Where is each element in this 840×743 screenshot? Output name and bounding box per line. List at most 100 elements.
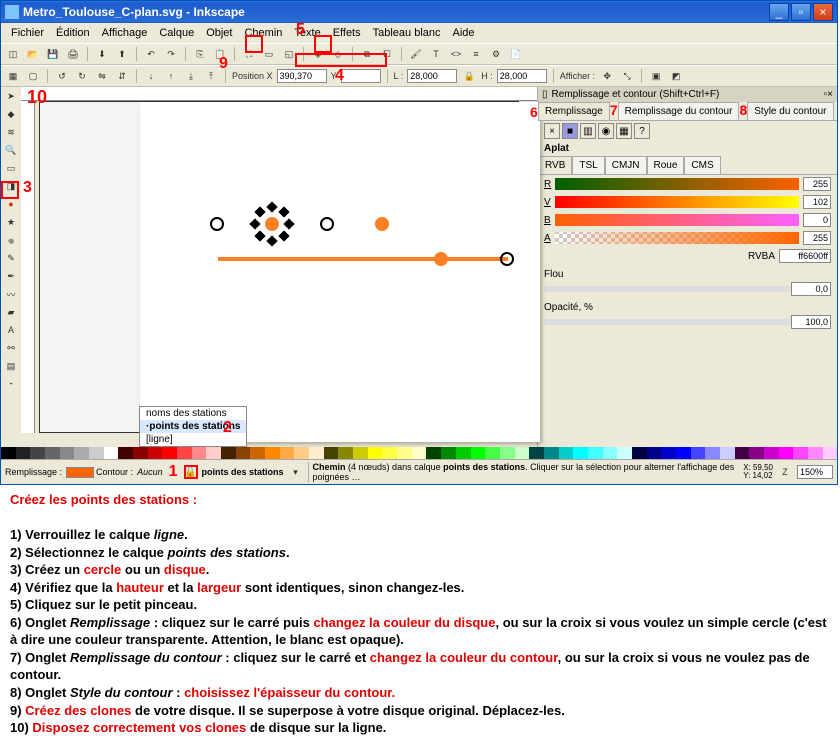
- value-r[interactable]: [803, 177, 831, 191]
- canvas[interactable]: [39, 101, 519, 433]
- zoom-tool-icon[interactable]: 🔍: [2, 141, 20, 159]
- slider-r[interactable]: [555, 178, 799, 190]
- maximize-button[interactable]: ▫: [791, 3, 811, 21]
- paint-none-icon[interactable]: ×: [544, 123, 560, 139]
- station-disk-selected[interactable]: [265, 217, 279, 231]
- new-icon[interactable]: ◫: [5, 46, 21, 62]
- lower-bottom-icon[interactable]: ⤓: [183, 68, 199, 84]
- lower-icon[interactable]: ↓: [143, 68, 159, 84]
- transform-scale-icon[interactable]: ⤡: [619, 68, 635, 84]
- export-icon[interactable]: ⬆: [114, 46, 130, 62]
- slider-v[interactable]: [555, 196, 799, 208]
- mode-cms[interactable]: CMS: [684, 156, 720, 174]
- paint-unknown-icon[interactable]: ?: [634, 123, 650, 139]
- metro-line[interactable]: [218, 257, 508, 261]
- value-v[interactable]: [803, 195, 831, 209]
- tab-stroke-style[interactable]: Style du contour: [747, 102, 833, 120]
- opacity-slider[interactable]: [544, 319, 791, 325]
- star-tool-icon[interactable]: ★: [2, 213, 20, 231]
- mode-cmjn[interactable]: CMJN: [605, 156, 647, 174]
- lock-ratio-icon[interactable]: 🔒: [461, 68, 477, 84]
- open-icon[interactable]: 📂: [25, 46, 41, 62]
- station-circle[interactable]: [210, 217, 224, 231]
- slider-b[interactable]: [555, 214, 799, 226]
- redo-icon[interactable]: ↷: [163, 46, 179, 62]
- menu-file[interactable]: Fichier: [5, 25, 50, 41]
- raise-top-icon[interactable]: ⤒: [203, 68, 219, 84]
- fill-swatch[interactable]: [66, 467, 94, 478]
- print-icon[interactable]: 🖨: [65, 46, 81, 62]
- copy-icon[interactable]: ⎘: [192, 46, 208, 62]
- zoom-input[interactable]: [797, 465, 833, 479]
- pencil-tool-icon[interactable]: ✎: [2, 249, 20, 267]
- rotate-cw-icon[interactable]: ↻: [74, 68, 90, 84]
- station-circle-online[interactable]: [500, 252, 514, 266]
- node-tool-icon[interactable]: ◆: [2, 105, 20, 123]
- blur-value[interactable]: [791, 282, 831, 296]
- blur-slider[interactable]: [544, 286, 791, 292]
- menu-effects[interactable]: Effets: [327, 25, 367, 41]
- station-disk-online[interactable]: [434, 252, 448, 266]
- flip-h-icon[interactable]: ⇋: [94, 68, 110, 84]
- dropper-tool-icon[interactable]: ⁃: [2, 375, 20, 393]
- layer-dropdown-icon[interactable]: ▾: [288, 464, 304, 480]
- mode-rvb[interactable]: RVB: [538, 156, 572, 174]
- rvba-input[interactable]: [779, 249, 831, 263]
- minimize-button[interactable]: _: [769, 3, 789, 21]
- affect-corner-icon[interactable]: ◩: [668, 68, 684, 84]
- calligraphy-tool-icon[interactable]: 〰: [2, 285, 20, 303]
- close-button[interactable]: ×: [813, 3, 833, 21]
- station-disk[interactable]: [375, 217, 389, 231]
- affect-stroke-icon[interactable]: ▣: [648, 68, 664, 84]
- connector-tool-icon[interactable]: ⚯: [2, 339, 20, 357]
- width-input[interactable]: [407, 69, 457, 83]
- menu-edit[interactable]: Édition: [50, 25, 96, 41]
- tweak-tool-icon[interactable]: ≋: [2, 123, 20, 141]
- fill-dialog-icon[interactable]: 🖌: [408, 46, 424, 62]
- pen-tool-icon[interactable]: ✒: [2, 267, 20, 285]
- bucket-tool-icon[interactable]: ▰: [2, 303, 20, 321]
- paint-radgrad-icon[interactable]: ◉: [598, 123, 614, 139]
- mode-tsl[interactable]: TSL: [572, 156, 604, 174]
- raise-icon[interactable]: ↑: [163, 68, 179, 84]
- dock-close-icon[interactable]: ×: [827, 89, 833, 100]
- text-tool-icon[interactable]: A: [2, 321, 20, 339]
- tab-fill[interactable]: Remplissage: [538, 102, 610, 120]
- value-b[interactable]: [803, 213, 831, 227]
- tab-stroke-paint[interactable]: Remplissage du contour: [618, 102, 740, 120]
- color-palette[interactable]: [1, 447, 837, 459]
- menu-view[interactable]: Affichage: [96, 25, 154, 41]
- opacity-value[interactable]: [791, 315, 831, 329]
- gradient-tool-icon[interactable]: ▤: [2, 357, 20, 375]
- menu-object[interactable]: Objet: [200, 25, 238, 41]
- mode-wheel[interactable]: Roue: [647, 156, 685, 174]
- transform-move-icon[interactable]: ✥: [599, 68, 615, 84]
- position-x-input[interactable]: [277, 69, 327, 83]
- station-circle[interactable]: [320, 217, 334, 231]
- zoom-label[interactable]: Z: [777, 464, 793, 480]
- prefs-dialog-icon[interactable]: ⚙: [488, 46, 504, 62]
- xml-dialog-icon[interactable]: <>: [448, 46, 464, 62]
- current-layer[interactable]: points des stations: [202, 467, 284, 477]
- menu-whiteboard[interactable]: Tableau blanc: [367, 25, 447, 41]
- zoom-page-icon[interactable]: ▭: [261, 46, 277, 62]
- layer-lock-icon[interactable]: 🔒: [184, 467, 196, 478]
- spiral-tool-icon[interactable]: 𖦹: [2, 231, 20, 249]
- paint-lingrad-icon[interactable]: ▥: [580, 123, 596, 139]
- flip-v-icon[interactable]: ⇵: [114, 68, 130, 84]
- save-icon[interactable]: 💾: [45, 46, 61, 62]
- deselect-icon[interactable]: ▢: [25, 68, 41, 84]
- paint-pattern-icon[interactable]: ▦: [616, 123, 632, 139]
- align-dialog-icon[interactable]: ≡: [468, 46, 484, 62]
- slider-a[interactable]: [555, 232, 799, 244]
- menu-layer[interactable]: Calque: [153, 25, 200, 41]
- import-icon[interactable]: ⬇: [94, 46, 110, 62]
- value-a[interactable]: [803, 231, 831, 245]
- menu-help[interactable]: Aide: [447, 25, 481, 41]
- paint-flat-icon[interactable]: ■: [562, 123, 578, 139]
- rect-tool-icon[interactable]: ▭: [2, 159, 20, 177]
- selector-tool-icon[interactable]: ➤: [2, 87, 20, 105]
- undo-icon[interactable]: ↶: [143, 46, 159, 62]
- dock-handle-icon[interactable]: ▯: [542, 89, 548, 100]
- text-dialog-icon[interactable]: T: [428, 46, 444, 62]
